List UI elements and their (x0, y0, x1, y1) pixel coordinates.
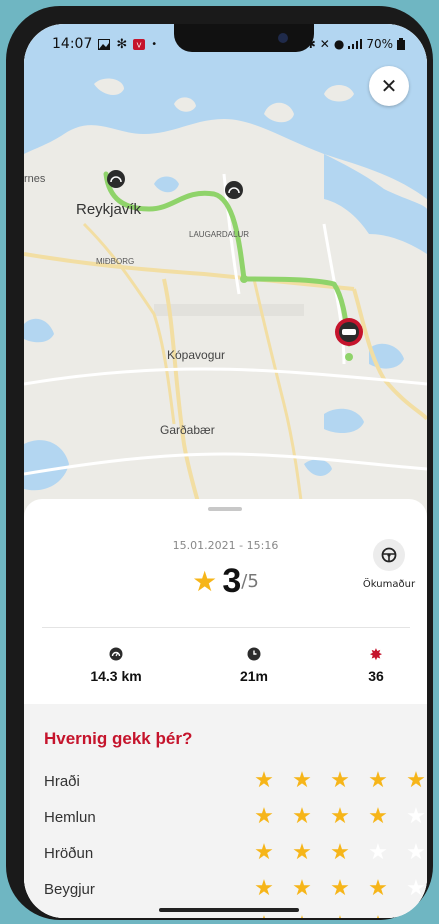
star-empty-icon: ★ (406, 840, 426, 865)
rating-stars: ★ ★ ★ ★ ★ (251, 914, 427, 919)
car-end-marker-icon[interactable] (335, 318, 363, 346)
battery-icon (397, 38, 405, 50)
star-filled-icon: ★ (406, 768, 426, 793)
star-filled-icon: ★ (254, 804, 274, 829)
driver-label: Ökumaður (362, 579, 416, 590)
star-filled-icon: ★ (254, 876, 274, 901)
divider (42, 627, 410, 628)
rating-row: Beygjur ★ ★ ★ ★ ★ (44, 874, 426, 904)
rating-label: Hröðun (44, 844, 94, 862)
distance-value: 14.3 km (90, 668, 142, 684)
snowflake-icon: ✻ (116, 36, 128, 52)
location-icon: ● (333, 37, 345, 51)
battery-text: 70% (366, 37, 393, 51)
home-indicator[interactable] (159, 908, 299, 912)
star-filled-icon: ★ (251, 914, 277, 919)
route-map[interactable]: rnes Reykjavík LAUGARDALUR MIÐBORG Kópav… (24, 24, 427, 525)
star-filled-icon: ★ (254, 840, 274, 865)
star-empty-icon: ★ (406, 804, 426, 829)
star-filled-icon: ★ (368, 768, 388, 793)
points-burst-icon: ✸ (369, 644, 383, 664)
speed-marker-icon[interactable] (107, 170, 125, 188)
signal-icon (348, 39, 363, 49)
svg-text:V: V (137, 41, 142, 49)
score-max: /5 (241, 571, 259, 592)
rating-label: Beygjur (44, 880, 95, 898)
star-empty-icon: ★ (406, 876, 426, 901)
driver-button[interactable]: Ökumaður (362, 539, 416, 590)
dot-icon: • (151, 38, 158, 50)
rating-row: Hraði ★ ★ ★ ★ ★ (44, 766, 426, 796)
star-filled-icon: ★ (365, 914, 391, 919)
stat-duration: 21m (204, 644, 304, 684)
star-icon: ★ (192, 565, 218, 598)
map-label: MIÐBORG (96, 257, 134, 266)
stat-distance: 14.3 km (66, 644, 166, 684)
rating-label: Hraði (44, 772, 80, 790)
close-button[interactable]: ✕ (369, 66, 409, 106)
star-filled-icon: ★ (292, 768, 312, 793)
star-filled-icon: ★ (289, 914, 315, 919)
close-icon: ✕ (380, 74, 398, 98)
points-value: 36 (368, 668, 384, 684)
map-label: Kópavogur (167, 348, 225, 362)
rating-stars: ★ ★ ★ ★ ★ (251, 842, 427, 864)
rating-label: Símanotkun (44, 917, 244, 919)
star-filled-icon: ★ (292, 804, 312, 829)
star-filled-icon: ★ (368, 876, 388, 901)
stat-points: ✸ 36 (326, 644, 426, 685)
ratings-heading: Hvernig gekk þér? (44, 729, 193, 748)
speed-marker-icon[interactable] (225, 181, 243, 199)
rating-stars: ★ ★ ★ ★ ★ (251, 878, 427, 900)
status-time: 14:07 (52, 36, 93, 52)
rating-stars: ★ ★ ★ ★ ★ (251, 806, 427, 828)
star-filled-icon: ★ (327, 914, 353, 919)
map-label: Garðabær (160, 423, 215, 437)
phone-frame: 14:07 ✻ V • ✱ ✕ ● 70% (6, 6, 433, 920)
rating-label: Hemlun (44, 808, 96, 826)
star-filled-icon: ★ (330, 876, 350, 901)
screen: 14:07 ✻ V • ✱ ✕ ● 70% (24, 24, 427, 918)
clock-icon (247, 647, 261, 661)
star-filled-icon: ★ (292, 840, 312, 865)
drag-handle[interactable] (208, 507, 242, 511)
star-filled-icon: ★ (330, 804, 350, 829)
map-label: rnes (24, 173, 46, 185)
app-notification-icon: V (133, 38, 146, 50)
mute-icon: ✕ (319, 37, 330, 51)
duration-value: 21m (239, 668, 269, 684)
star-filled-icon: ★ (292, 876, 312, 901)
notch (174, 24, 314, 52)
steering-wheel-icon (381, 547, 397, 563)
ratings-panel: Hvernig gekk þér? Hraði ★ ★ ★ ★ ★ Hemlun ★ ★ ★ ★ ★ H… (24, 704, 427, 918)
map-label: Reykjavík (76, 201, 142, 218)
rating-row: Hröðun ★ ★ ★ ★ ★ (44, 838, 426, 868)
star-filled-icon: ★ (254, 768, 274, 793)
route-end (345, 353, 353, 361)
star-filled-icon: ★ (368, 804, 388, 829)
score-value: 3 (222, 562, 242, 600)
rating-row: Hemlun ★ ★ ★ ★ ★ (44, 802, 426, 832)
gallery-icon (98, 38, 111, 50)
map-canvas: rnes Reykjavík LAUGARDALUR MIÐBORG Kópav… (24, 24, 427, 525)
trip-summary-sheet: 15.01.2021 - 15:16 ★ 3/5 Ökumaður 14.3 k… (24, 499, 427, 918)
route-waypoint (240, 275, 248, 283)
star-filled-icon: ★ (330, 768, 350, 793)
star-filled-icon: ★ (403, 914, 427, 919)
star-empty-icon: ★ (368, 840, 388, 865)
map-label: LAUGARDALUR (189, 230, 249, 239)
rating-stars: ★ ★ ★ ★ ★ (251, 770, 427, 792)
star-filled-icon: ★ (330, 840, 350, 865)
trip-stats: 14.3 km 21m ✸ 36 (24, 644, 427, 694)
speedometer-icon (109, 647, 123, 661)
